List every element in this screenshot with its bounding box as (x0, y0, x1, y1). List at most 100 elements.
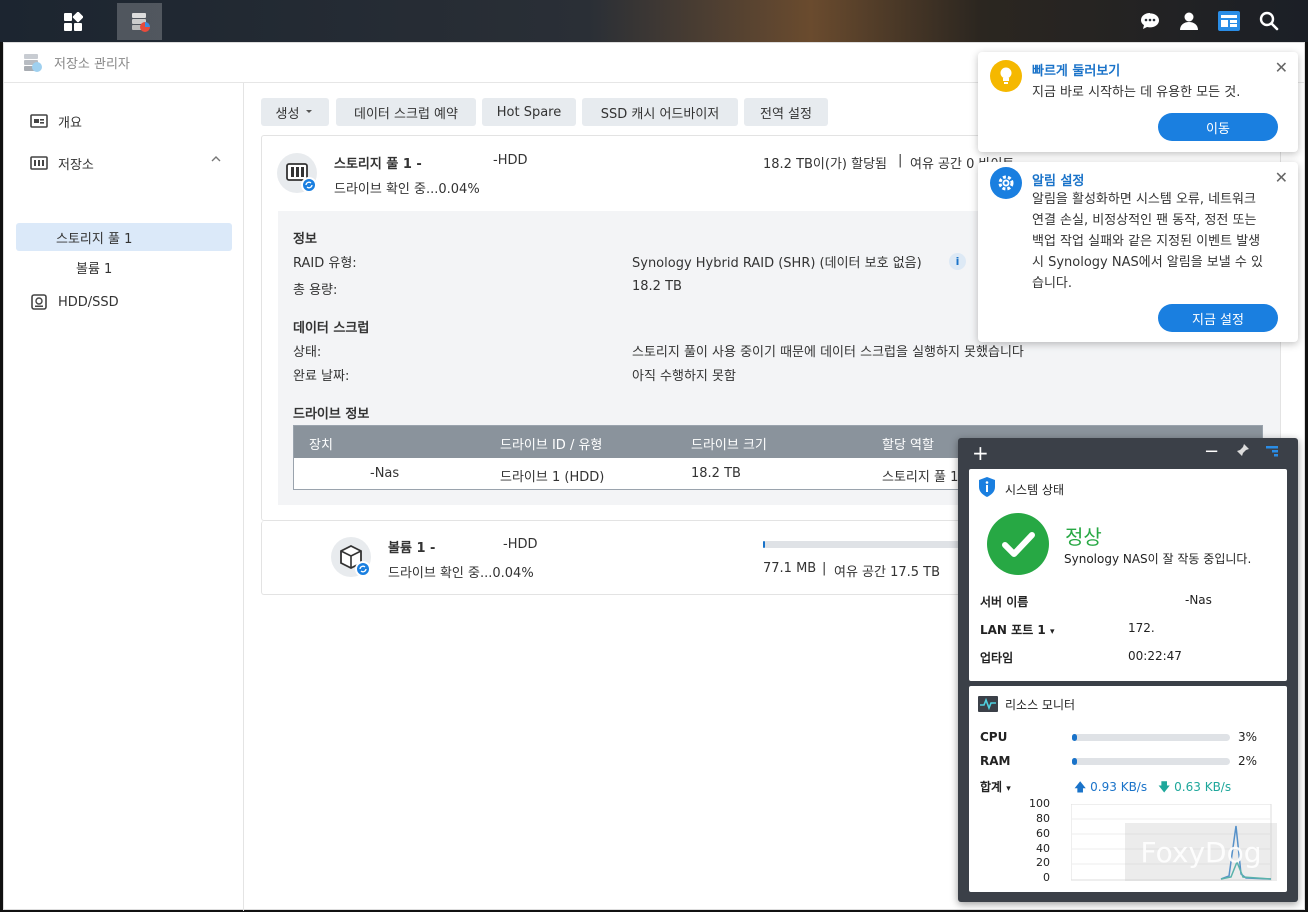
overview-icon (30, 112, 48, 130)
y-tick-label: 20 (1036, 856, 1050, 869)
chevron-up-icon[interactable] (210, 153, 222, 169)
user-icon (1180, 12, 1198, 30)
pool-status[interactable]: 드라이브 확인 중...0.04% (334, 178, 480, 197)
widget-toggle-icon[interactable] (1264, 444, 1280, 462)
download-rate: 🡇 0.63 KB/s (1158, 778, 1231, 799)
cpu-value: 3% (1238, 730, 1258, 744)
taskbar (0, 0, 1308, 42)
sidebar-item-label: 볼륨 1 (76, 261, 113, 277)
window-title: 저장소 관리자 (54, 57, 130, 72)
minimize-icon[interactable]: − (1204, 441, 1219, 462)
notification-title: 빠르게 둘러보기 (1032, 64, 1121, 79)
column-header[interactable]: 장치 (309, 434, 333, 453)
add-widget-icon[interactable]: + (972, 441, 989, 465)
search-button[interactable] (1249, 0, 1289, 42)
widgets-icon (1218, 11, 1240, 31)
widget-panel: + − 시스템 상태 정상 Synology NAS이 잘 작동 중입니다. 서… (958, 438, 1298, 902)
sidebar-item-label: 개요 (58, 115, 82, 131)
main-menu-button[interactable] (50, 3, 95, 40)
widget-title: 리소스 모니터 (1005, 698, 1076, 712)
sidebar-item-storage[interactable]: 저장소 (30, 151, 222, 175)
sidebar-item-label: 저장소 (58, 157, 94, 173)
drive-info-header: 드라이브 정보 (293, 407, 370, 422)
upload-value: 0.93 KB/s (1090, 780, 1148, 794)
storage-icon (30, 154, 48, 172)
scrub-schedule-button[interactable]: 데이터 스크럽 예약 (336, 98, 476, 126)
notification-title: 알림 설정 (1032, 174, 1085, 189)
column-header[interactable]: 할당 역할 (882, 434, 934, 453)
ram-label: RAM (980, 754, 1011, 768)
info-icon[interactable]: i (949, 253, 966, 270)
set-now-button[interactable]: 지금 설정 (1158, 304, 1278, 332)
volume-status[interactable]: 드라이브 확인 중...0.04% (388, 562, 534, 581)
storage-manager-icon (131, 12, 150, 32)
capacity-value: 18.2 TB (632, 279, 682, 294)
widgets-button[interactable] (1209, 0, 1249, 42)
hdd-icon (30, 293, 48, 311)
sidebar-item-storage-pool-1[interactable]: 스토리지 풀 1 (16, 223, 232, 251)
health-status: 정상 (1065, 525, 1102, 549)
table-cell: -Nas (370, 466, 400, 481)
uptime-value: 00:22:47 (1128, 649, 1182, 663)
raid-type-label: RAID 유형: (293, 256, 357, 271)
watermark: FoxyDog (1125, 823, 1277, 881)
close-icon[interactable]: ✕ (1275, 58, 1288, 77)
monitor-icon (977, 695, 999, 717)
scrub-date-value: 아직 수행하지 못함 (632, 369, 736, 384)
gear-icon (990, 167, 1022, 199)
pin-icon[interactable] (1236, 443, 1250, 461)
resource-monitor-widget: 리소스 모니터 CPU 3% RAM 2% 합계 ▾ 🡅 0.93 KB/s 🡇… (969, 686, 1287, 892)
raid-type-value: Synology Hybrid RAID (SHR) (데이터 보호 없음) (632, 256, 922, 271)
scrub-header: 데이터 스크럽 (293, 321, 370, 336)
grid-icon (63, 11, 83, 31)
ram-value: 2% (1238, 754, 1258, 768)
storage-manager-taskbar-button[interactable] (117, 3, 162, 40)
quick-tour-notification: 빠르게 둘러보기 ✕ 지금 바로 시작하는 데 유용한 모든 것. 이동 (978, 52, 1298, 152)
caret-down-icon: ▾ (1049, 627, 1055, 637)
global-settings-button[interactable]: 전역 설정 (744, 98, 828, 126)
separator: | (822, 561, 827, 576)
notification-body: 지금 바로 시작하는 데 유용한 모든 것. (1032, 85, 1241, 100)
server-name-value: -Nas (1185, 593, 1212, 607)
scrub-status-value: 스토리지 풀이 사용 중이기 때문에 데이터 스크럽을 실행하지 못했습니다 (632, 345, 1024, 360)
user-button[interactable] (1169, 0, 1209, 42)
total-dropdown[interactable]: 합계 ▾ (980, 778, 1011, 795)
volume-usage-fill (763, 541, 766, 548)
chat-icon (1141, 13, 1159, 29)
go-button[interactable]: 이동 (1158, 113, 1278, 141)
table-cell: 드라이브 1 (HDD) (500, 470, 605, 485)
column-header[interactable]: 드라이브 ID / 유형 (500, 434, 602, 453)
close-icon[interactable]: ✕ (1275, 168, 1288, 187)
arrow-up-icon: 🡅 (1074, 780, 1087, 794)
body-line: 시 Synology NAS에서 알림을 보낼 수 있 (1032, 255, 1263, 270)
sidebar-item-overview[interactable]: 개요 (30, 109, 82, 133)
storage-manager-icon (24, 53, 42, 72)
table-cell: 스토리지 풀 1 (882, 470, 959, 485)
sync-icon (301, 177, 317, 193)
caret-down-icon: ▾ (1006, 784, 1011, 794)
capacity-label: 총 용량: (293, 283, 338, 298)
chat-button[interactable] (1130, 0, 1170, 42)
sync-icon (355, 561, 371, 577)
hot-spare-button[interactable]: Hot Spare (482, 98, 576, 126)
lan-value: 172. (1128, 621, 1155, 635)
download-value: 0.63 KB/s (1174, 780, 1232, 794)
create-dropdown-button[interactable]: 생성 (261, 98, 329, 126)
sidebar-item-volume-1[interactable]: 볼륨 1 (76, 255, 112, 279)
body-line: 백업 작업 실패와 같은 지정된 이벤트 발생 (1032, 234, 1261, 249)
cpu-bar-fill (1072, 734, 1077, 741)
lan-port-dropdown[interactable]: LAN 포트 1 ▾ (980, 621, 1054, 638)
cpu-label: CPU (980, 730, 1008, 744)
arrow-down-icon: 🡇 (1158, 780, 1171, 794)
sidebar-item-hdd-ssd[interactable]: HDD/SSD (30, 290, 119, 314)
column-header[interactable]: 드라이브 크기 (691, 434, 767, 453)
ssd-advisor-button[interactable]: SSD 캐시 어드바이저 (582, 98, 738, 126)
volume-used: 77.1 MB (763, 561, 817, 576)
system-status-widget: 시스템 상태 정상 Synology NAS이 잘 작동 중입니다. 서버 이름… (969, 469, 1287, 681)
lightbulb-icon (990, 60, 1022, 92)
lan-label: LAN 포트 1 (980, 623, 1046, 637)
scrub-date-label: 완료 날짜: (293, 369, 350, 384)
ram-bar (1072, 758, 1230, 765)
notification-body: 알림을 활성화하면 시스템 오류, 네트워크 연결 손실, 비정상적인 팬 동작… (1032, 189, 1288, 294)
upload-rate: 🡅 0.93 KB/s (1074, 778, 1147, 799)
